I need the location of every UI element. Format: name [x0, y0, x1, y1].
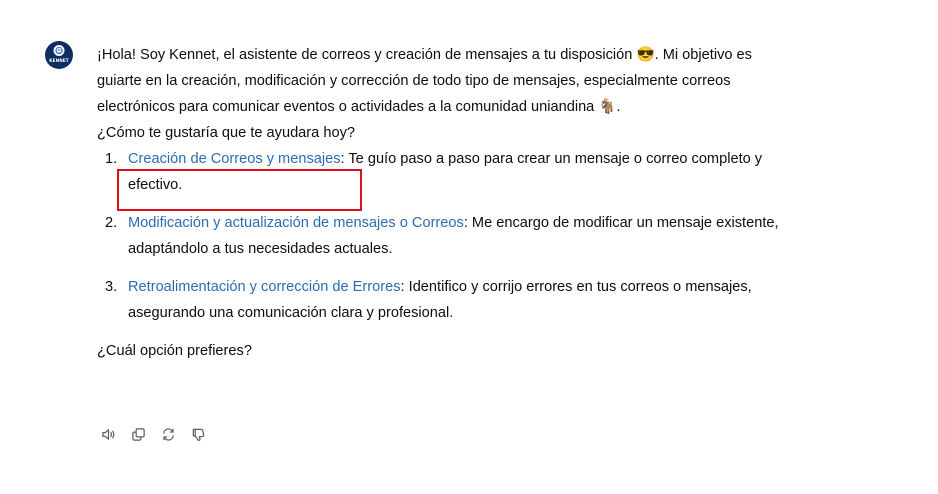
regenerate-icon: [162, 427, 174, 441]
question-text: ¿Cómo te gustaría que te ayudara hoy?: [97, 125, 355, 141]
option-title-link[interactable]: Modificación y actualización de mensajes…: [128, 215, 464, 231]
option-title-link[interactable]: Retroalimentación y corrección de Errore…: [128, 279, 401, 295]
assistant-avatar: KENNET: [45, 41, 73, 69]
option-number: 1.: [105, 151, 118, 167]
intro-paragraph: ¡Hola! Soy Kennet, el asistente de corre…: [97, 47, 752, 115]
list-item-option-3: 3. Retroalimentación y corrección de Err…: [97, 274, 797, 326]
copy-button[interactable]: [127, 423, 149, 445]
thumbs-down-icon: [192, 428, 204, 441]
highlight-annotation-box: [117, 169, 362, 211]
copy-icon: [131, 427, 145, 441]
regenerate-button[interactable]: [157, 423, 179, 445]
thumbs-down-button[interactable]: [187, 423, 209, 445]
avatar-brand-text: KENNET: [49, 58, 69, 63]
closing-question: ¿Cuál opción prefieres?: [97, 343, 252, 359]
option-title-link[interactable]: Creación de Correos y mensajes: [128, 151, 341, 167]
list-item-option-2: 2. Modificación y actualización de mensa…: [97, 210, 797, 262]
kennet-emblem-icon: [53, 45, 65, 56]
message-actions-bar: [97, 423, 209, 445]
read-aloud-button[interactable]: [97, 423, 119, 445]
option-number: 2.: [105, 215, 118, 231]
speaker-icon: [101, 428, 114, 440]
option-number: 3.: [105, 279, 118, 295]
